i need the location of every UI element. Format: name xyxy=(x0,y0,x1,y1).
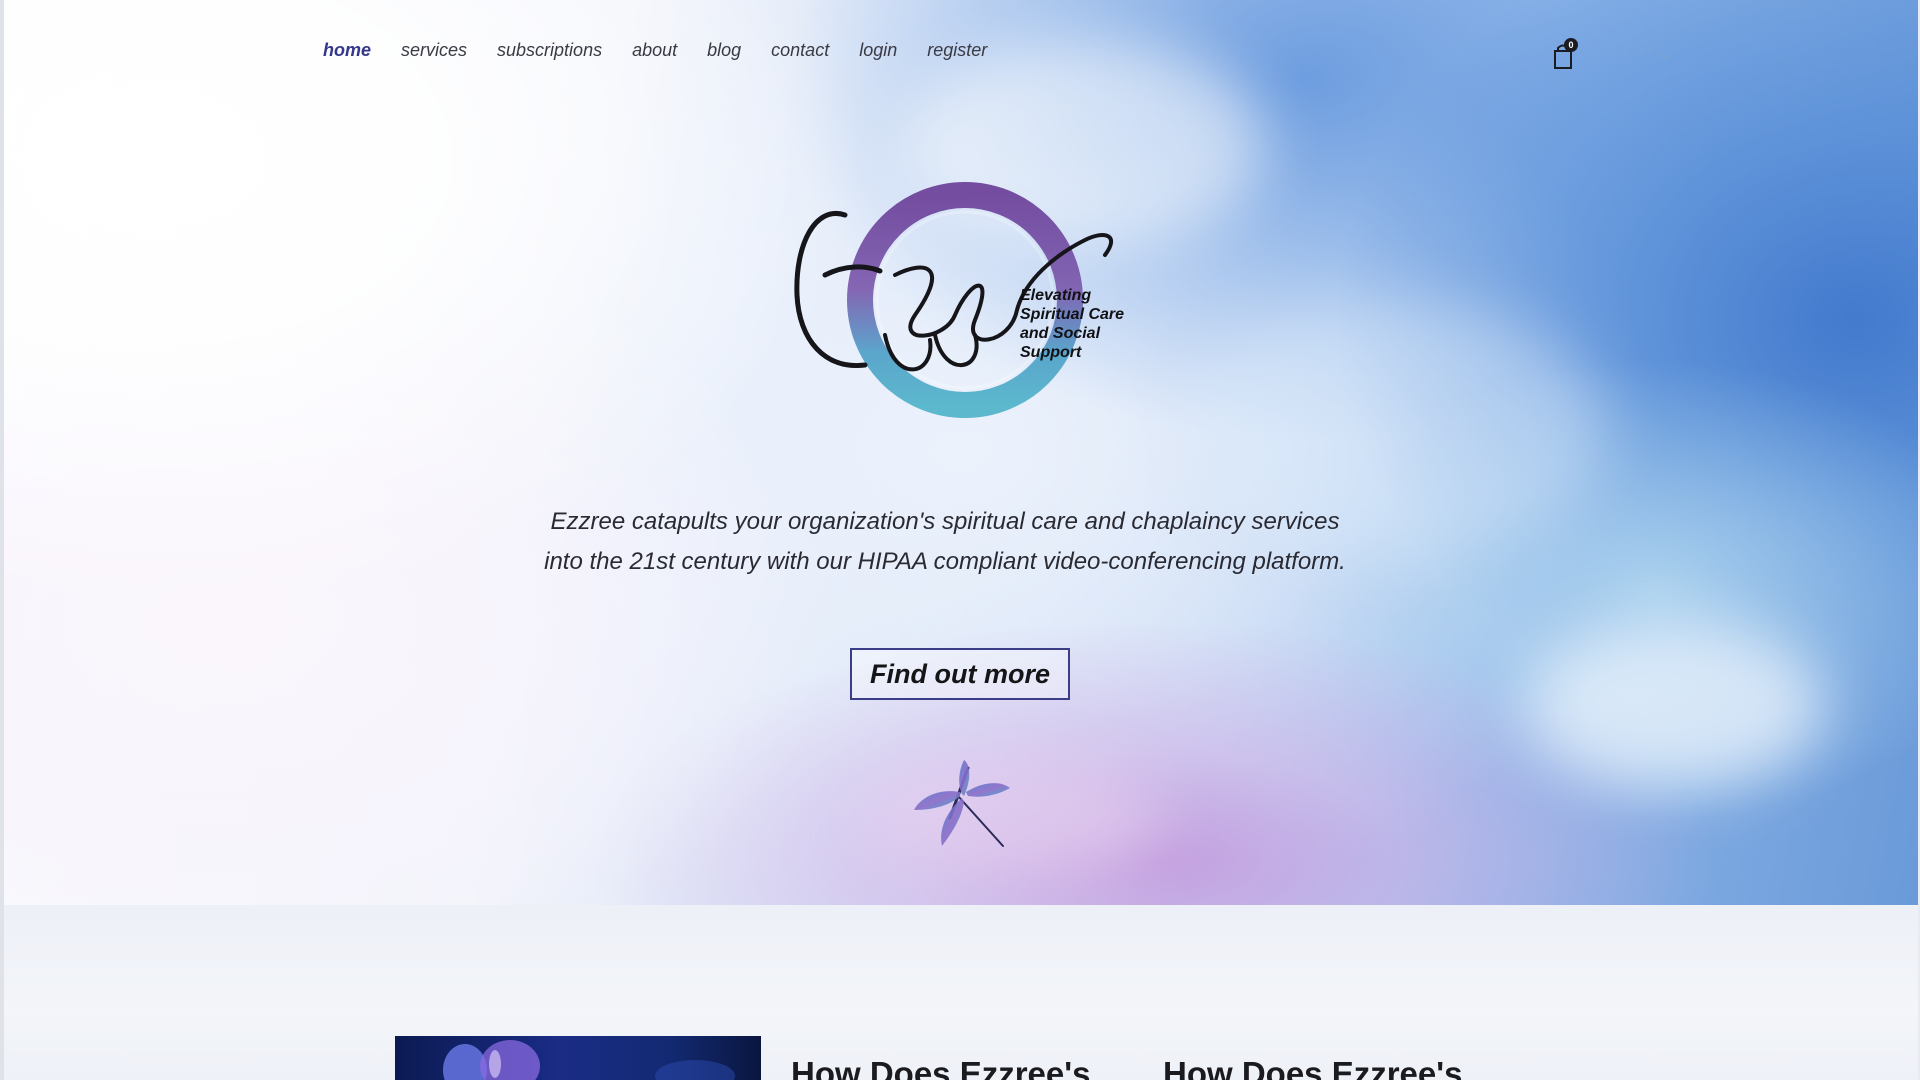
nav-item-blog[interactable]: blog xyxy=(707,38,741,62)
nav-item-contact[interactable]: contact xyxy=(771,38,829,62)
cloud-decoration xyxy=(1524,620,1824,790)
window-edge-left xyxy=(0,0,4,1080)
dragonfly-icon xyxy=(914,760,1010,847)
butterfly-image xyxy=(443,1040,735,1080)
logo-tagline-line: and Social xyxy=(1020,325,1101,342)
nav-item-services[interactable]: services xyxy=(401,38,467,62)
logo-tagline-line: Support xyxy=(1020,344,1082,361)
hero-description: Ezzree catapults your organization's spi… xyxy=(544,508,1346,575)
feature-heading: How Does Ezzree's xyxy=(1163,1055,1463,1080)
features-section xyxy=(4,905,1918,1080)
logo-tagline: Elevating Spiritual Care and Social Supp… xyxy=(1020,286,1124,362)
feature-image xyxy=(395,1036,761,1080)
cart-button[interactable]: 0 xyxy=(1548,38,1578,72)
find-out-more-button[interactable]: Find out more xyxy=(850,648,1070,700)
ezzree-logo: Elevating Spiritual Care and Social Supp… xyxy=(785,165,1165,435)
logo-tagline-line: Elevating xyxy=(1020,287,1092,304)
nav-item-register[interactable]: register xyxy=(927,38,987,62)
loading-dots-icon xyxy=(1625,49,1665,58)
nav-item-home[interactable]: home xyxy=(323,38,371,62)
cart-count-badge: 0 xyxy=(1564,38,1578,52)
logo-tagline-line: Spiritual Care xyxy=(1020,306,1125,323)
feature-heading: How Does Ezzree's xyxy=(791,1055,1091,1080)
main-nav: home services subscriptions about blog c… xyxy=(323,38,1017,62)
nav-item-about[interactable]: about xyxy=(632,38,677,62)
nav-item-login[interactable]: login xyxy=(859,38,897,62)
nav-item-subscriptions[interactable]: subscriptions xyxy=(497,38,602,62)
page: home services subscriptions about blog c… xyxy=(0,0,1920,1080)
